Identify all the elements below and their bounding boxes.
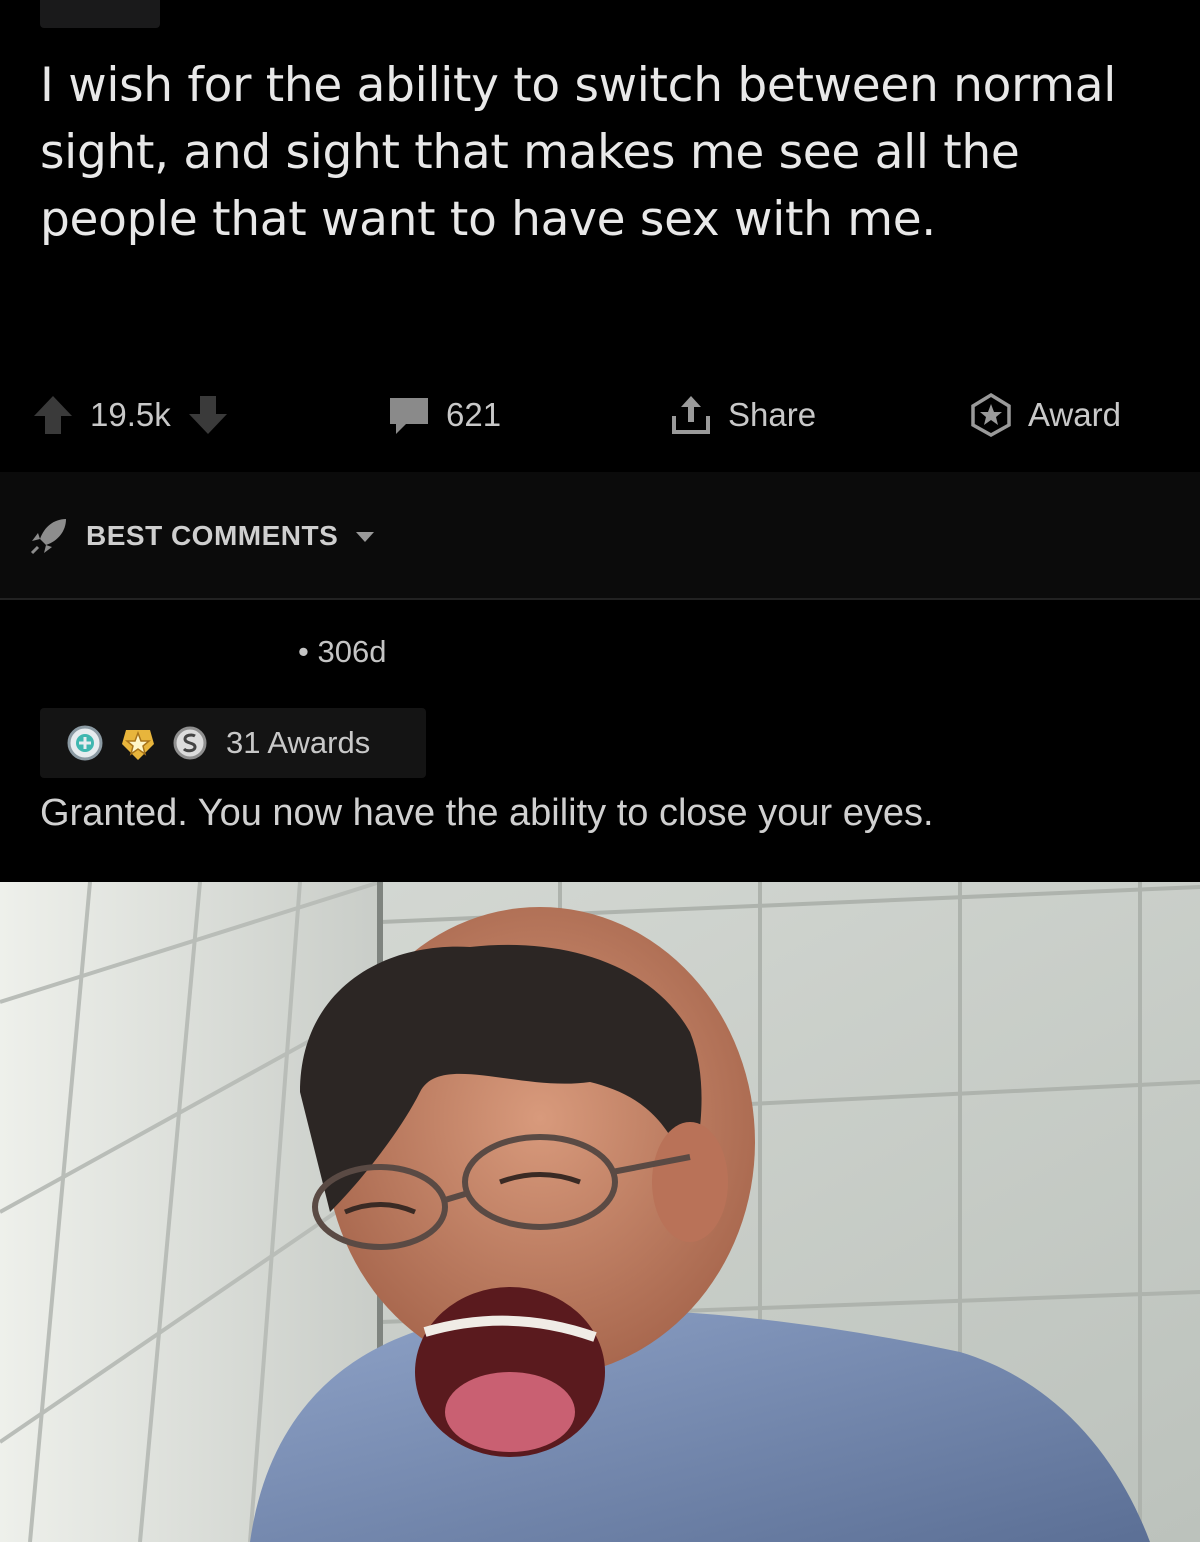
post-action-bar: 19.5k 621 Share Award xyxy=(0,380,1200,450)
star-badge-icon xyxy=(968,392,1014,438)
header-stub xyxy=(40,0,160,28)
upvote-arrow-icon[interactable] xyxy=(30,392,76,438)
comment-body: Granted. You now have the ability to clo… xyxy=(40,792,934,834)
share-label: Share xyxy=(728,396,817,433)
award-button[interactable]: Award xyxy=(968,380,1121,450)
rocket-icon xyxy=(28,515,70,557)
share-button[interactable]: Share xyxy=(668,380,816,450)
awards-count: 31 Awards xyxy=(226,725,371,760)
vote-controls: 19.5k xyxy=(30,380,231,450)
comments-count: 621 xyxy=(446,396,502,433)
gold-star-award-icon xyxy=(118,724,158,762)
comment-awards[interactable]: 31 Awards xyxy=(40,708,426,778)
silver-coin-icon xyxy=(172,725,208,761)
silver-medal-icon xyxy=(66,724,104,762)
share-upload-icon xyxy=(668,392,714,438)
sort-label: BEST COMMENTS xyxy=(86,520,339,551)
post-title: I wish for the ability to switch between… xyxy=(40,58,1117,247)
reaction-photo xyxy=(0,882,1200,1542)
sort-dropdown[interactable]: BEST COMMENTS xyxy=(28,508,376,564)
comment-age: • 306d xyxy=(298,634,387,669)
downvote-arrow-icon[interactable] xyxy=(185,392,231,438)
vote-score: 19.5k xyxy=(90,396,171,433)
award-label: Award xyxy=(1028,396,1121,433)
comment-sort-bar: BEST COMMENTS xyxy=(0,472,1200,600)
caret-down-icon xyxy=(354,525,376,547)
comments-button[interactable]: 621 xyxy=(386,380,501,450)
speech-bubble-icon xyxy=(386,392,432,438)
